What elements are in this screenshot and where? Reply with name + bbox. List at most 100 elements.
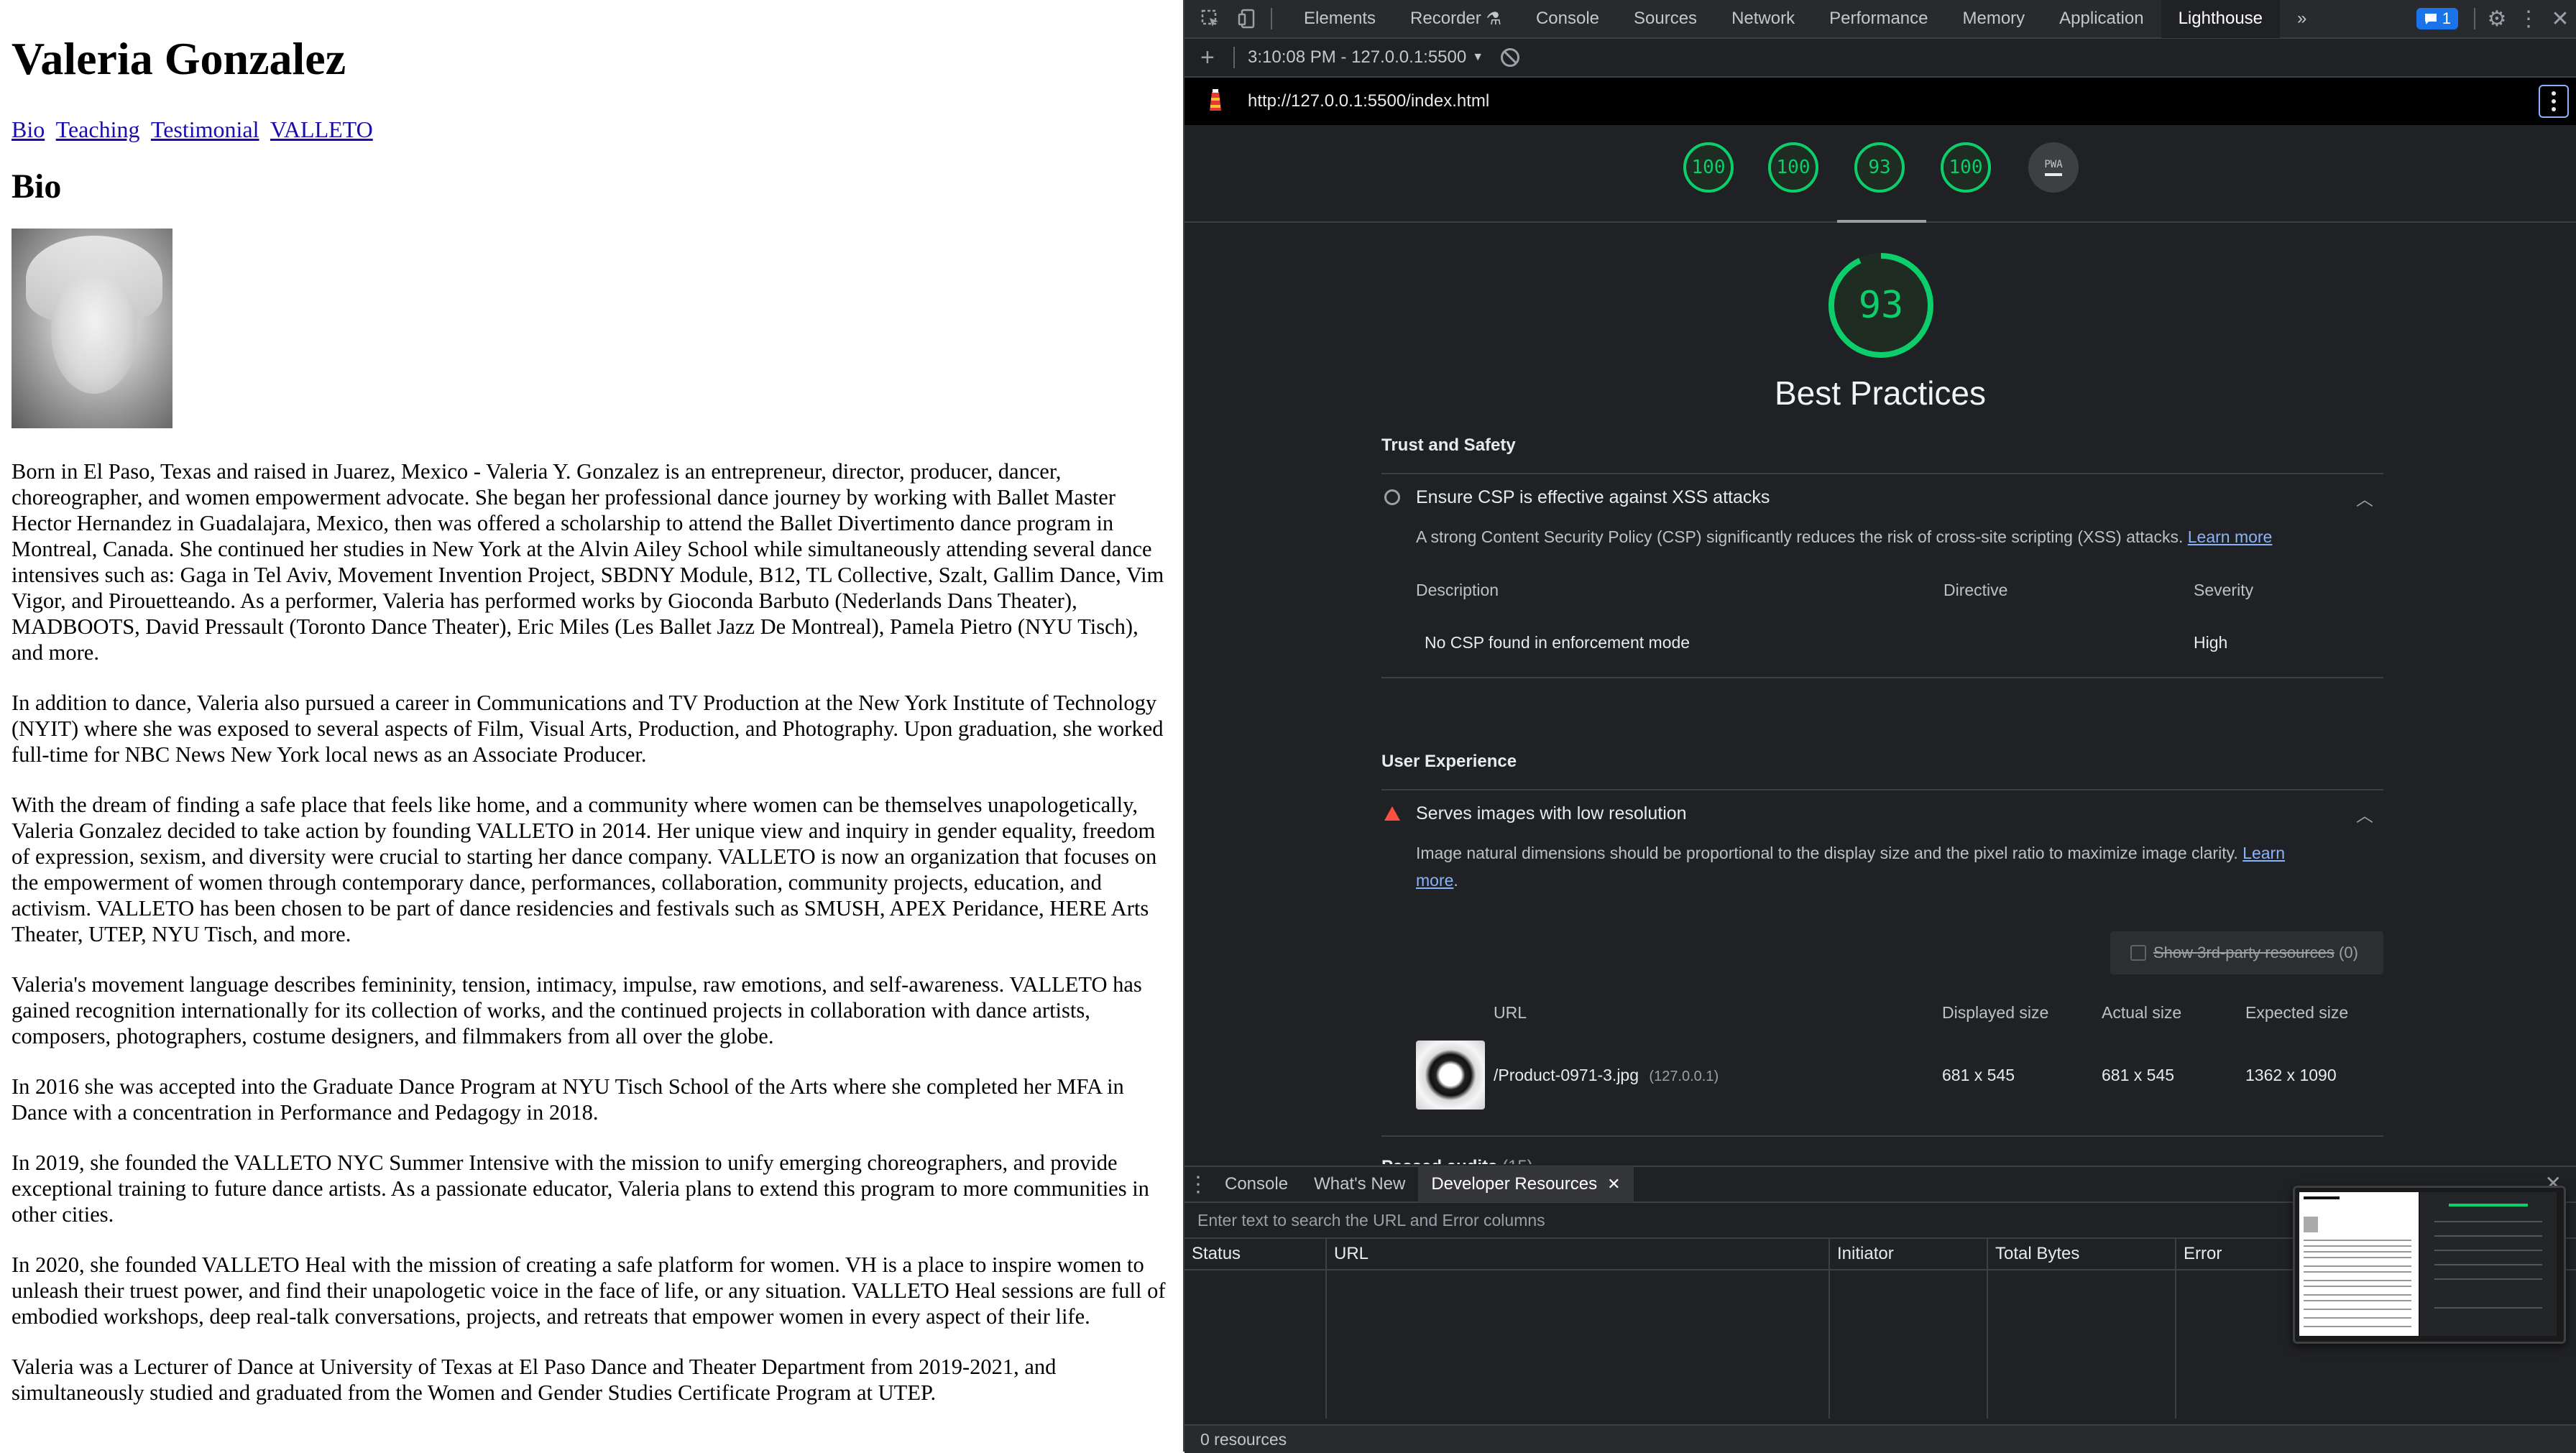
chevron-up-icon: ︿ [2356, 806, 2373, 826]
audit-image-resolution[interactable]: Serves images with low resolution ︿ [1381, 789, 2383, 836]
audit-csp-xss[interactable]: Ensure CSP is effective against XSS atta… [1381, 473, 2383, 520]
bio-paragraph: With the dream of finding a safe place t… [12, 793, 1157, 946]
drawer-menu-icon[interactable]: ⋮ [1184, 1172, 1212, 1197]
bio-paragraph: In 2016 she was accepted into the Gradua… [12, 1074, 1124, 1125]
report-menu-icon[interactable] [2539, 85, 2569, 118]
checkbox[interactable] [2130, 945, 2146, 961]
site-nav: Bio Teaching Testimonial VALLETO [12, 115, 1172, 144]
category-title: Best Practices [1775, 374, 1986, 412]
column-total-bytes[interactable]: Total Bytes [1988, 1239, 2176, 1269]
score-gauge-accessibility[interactable]: 100 [1768, 142, 1818, 193]
tab-console[interactable]: Console [1519, 0, 1616, 38]
column-url: URL [1494, 1003, 1527, 1022]
section-user-experience: User Experience Serves images with low r… [1381, 752, 2383, 1164]
drawer-tab-whats-new[interactable]: What's New [1301, 1166, 1418, 1202]
drawer-tab-console[interactable]: Console [1212, 1166, 1301, 1202]
inspect-element-icon[interactable] [1199, 7, 1222, 30]
nav-link-bio[interactable]: Bio [12, 116, 45, 142]
csp-table-header: Description Directive Severity [1381, 581, 2383, 600]
report-selector[interactable]: 3:10:08 PM - 127.0.0.1:5500 [1248, 47, 1466, 68]
close-tab-icon[interactable]: ✕ [1607, 1175, 1620, 1194]
score-gauge-best-practices[interactable]: 93 [1854, 142, 1905, 193]
drawer-tab-developer-resources[interactable]: Developer Resources ✕ [1418, 1166, 1634, 1202]
tab-recorder[interactable]: Recorder ⚗ [1393, 0, 1519, 38]
tab-lighthouse[interactable]: Lighthouse [2161, 0, 2281, 38]
cell-severity: High [2194, 633, 2228, 652]
audit-title: Serves images with low resolution [1416, 803, 1687, 824]
section-trust-safety: Trust and Safety Ensure CSP is effective… [1381, 435, 2383, 678]
warning-triangle-icon [1384, 806, 1400, 821]
audit-title: Ensure CSP is effective against XSS atta… [1416, 486, 1770, 507]
learn-more-link-continued[interactable]: more [1416, 871, 1453, 890]
column-displayed-size: Displayed size [1942, 1003, 2049, 1022]
cell-actual-size: 681 x 545 [2102, 1065, 2175, 1084]
section-heading-bio: Bio [12, 167, 62, 206]
lighthouse-toolbar: + 3:10:08 PM - 127.0.0.1:5500 ▼ [1184, 39, 2576, 78]
passed-audits-group[interactable]: Passed audits (15) ︿ [1381, 1157, 2383, 1164]
pwa-label: PWA [2044, 159, 2063, 170]
issues-count: 1 [2442, 9, 2451, 27]
tab-elements[interactable]: Elements [1287, 0, 1393, 38]
report-url[interactable]: http://127.0.0.1:5500/index.html [1248, 91, 1489, 111]
column-initiator[interactable]: Initiator [1830, 1239, 1988, 1269]
score-gauges: 100 100 93 100 PWA [1184, 125, 2576, 223]
learn-more-link[interactable]: Learn [2242, 844, 2285, 862]
audit-description: Image natural dimensions should be propo… [1416, 844, 2285, 890]
score-gauge-performance[interactable]: 100 [1683, 142, 1734, 193]
audit-description-text: A strong Content Security Policy (CSP) s… [1416, 527, 2184, 546]
section-heading: User Experience [1381, 752, 1517, 771]
column-url[interactable]: URL [1327, 1239, 1830, 1269]
audit-description-text: Image natural dimensions should be propo… [1416, 844, 2238, 862]
nav-link-teaching[interactable]: Teaching [56, 116, 140, 142]
learn-more-link[interactable]: Learn more [2188, 527, 2273, 546]
image-url: /Product-0971-3.jpg [1494, 1065, 1639, 1084]
image-thumbnail [1416, 1041, 1485, 1110]
rendered-page: Valeria Gonzalez Bio Teaching Testimonia… [0, 0, 1183, 1452]
bio-paragraph: In 2020, she founded VALLETO Heal with t… [12, 1253, 1166, 1329]
category-score: 93 [1858, 284, 1904, 327]
more-tabs-icon[interactable]: » [2280, 0, 2324, 38]
chevron-up-icon: ︿ [2356, 1157, 2373, 1164]
lighthouse-report: 93 Best Practices Trust and Safety Ensur… [1184, 223, 2576, 1164]
bio-paragraph: Valeria was a Lecturer of Dance at Unive… [12, 1355, 1057, 1405]
message-icon [2424, 14, 2437, 24]
bio-paragraph: Born in El Paso, Texas and raised in Jua… [12, 459, 1164, 665]
bio-paragraph: In addition to dance, Valeria also pursu… [12, 691, 1164, 767]
gear-icon[interactable]: ⚙ [2481, 6, 2513, 32]
tab-sources[interactable]: Sources [1616, 0, 1714, 38]
audit-description: A strong Content Security Policy (CSP) s… [1381, 523, 2383, 550]
table-row: /Product-0971-3.jpg (127.0.0.1) 681 x 54… [1381, 1039, 2383, 1111]
lighthouse-logo-icon [1205, 89, 1226, 114]
column-status[interactable]: Status [1184, 1239, 1327, 1269]
image-host: (127.0.0.1) [1649, 1068, 1719, 1084]
tab-network[interactable]: Network [1714, 0, 1812, 38]
score-gauge-pwa[interactable]: PWA [2028, 142, 2079, 193]
new-report-icon[interactable]: + [1200, 44, 1222, 72]
score-gauge-seo[interactable]: 100 [1941, 142, 1991, 193]
bio-paragraph: In 2019, she founded the VALLETO NYC Sum… [12, 1150, 1149, 1227]
nav-link-testimonial[interactable]: Testimonial [151, 116, 259, 142]
tab-performance[interactable]: Performance [1812, 0, 1945, 38]
devtools-tabbar: Elements Recorder ⚗ Console Sources Netw… [1184, 0, 2576, 39]
cell-url[interactable]: /Product-0971-3.jpg (127.0.0.1) [1494, 1066, 1942, 1085]
chevron-down-icon[interactable]: ▼ [1472, 51, 1484, 64]
issues-badge[interactable]: 1 [2416, 8, 2458, 29]
clear-reports-icon[interactable] [1501, 48, 1520, 67]
third-party-label: Show 3rd-party resources [2153, 944, 2334, 961]
window-preview-thumbnail[interactable] [2293, 1186, 2566, 1344]
device-toolbar-icon[interactable] [1236, 7, 1259, 30]
cell-displayed-size: 681 x 545 [1942, 1065, 2015, 1084]
tab-memory[interactable]: Memory [1945, 0, 2042, 38]
passed-audits-count: (15) [1502, 1157, 1533, 1164]
nav-link-valleto[interactable]: VALLETO [270, 116, 373, 142]
images-table-header: URL Displayed size Actual size Expected … [1381, 1003, 2383, 1023]
tab-application[interactable]: Application [2042, 0, 2161, 38]
column-severity: Severity [2194, 581, 2254, 599]
kebab-menu-icon[interactable]: ⋮ [2513, 6, 2544, 32]
chevron-up-icon: ︿ [2356, 489, 2373, 509]
close-icon[interactable]: ✕ [2544, 6, 2576, 32]
third-party-filter[interactable]: Show 3rd-party resources (0) [2110, 931, 2383, 974]
table-row: No CSP found in enforcement mode High [1381, 633, 2383, 652]
cell-description: No CSP found in enforcement mode [1425, 633, 1690, 652]
page-title: Valeria Gonzalez [12, 33, 346, 84]
